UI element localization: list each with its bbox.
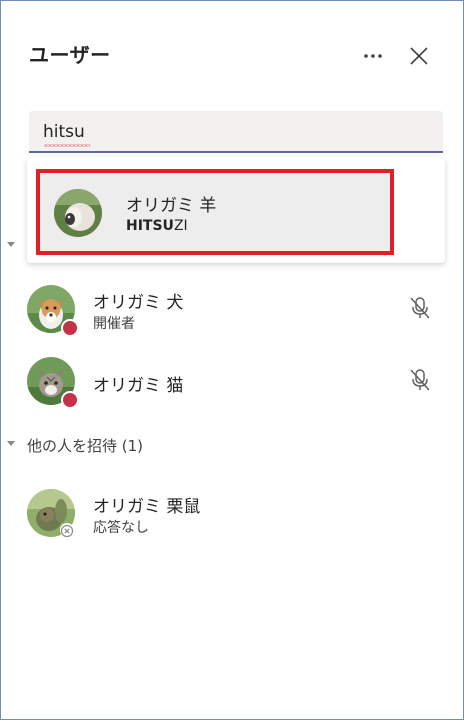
invited-status: 応答なし	[93, 520, 149, 536]
suggestion-username: HITSUZI	[126, 218, 188, 234]
participant-row[interactable]: オリガミ 犬 開催者	[27, 285, 447, 341]
panel-title: ユーザー	[29, 43, 111, 67]
busy-status-icon	[61, 319, 79, 337]
busy-status-icon	[61, 391, 79, 409]
people-panel: ユーザー hitsu オリガミ 犬 開催者 オリガミ 猫 他の人を招待 (1) …	[0, 0, 464, 720]
chevron-down-icon[interactable]	[7, 242, 15, 247]
participant-name: オリガミ 猫	[93, 376, 184, 396]
close-button[interactable]	[402, 39, 436, 73]
more-options-button[interactable]	[356, 39, 390, 73]
spellcheck-underline	[44, 144, 90, 147]
mic-off-icon	[410, 369, 430, 391]
mute-toggle-button[interactable]	[405, 293, 435, 323]
avatar	[54, 189, 102, 237]
invited-row[interactable]: オリガミ 栗鼠 応答なし	[27, 489, 447, 545]
match-rest: ZI	[173, 218, 188, 234]
search-suggestions-dropdown: オリガミ 羊 HITSUZI	[27, 157, 445, 263]
mic-off-icon	[410, 297, 430, 319]
suggestion-name: オリガミ 羊	[126, 196, 217, 216]
invited-name: オリガミ 栗鼠	[93, 497, 201, 517]
chevron-down-icon[interactable]	[7, 441, 15, 446]
mute-toggle-button[interactable]	[405, 365, 435, 395]
invited-section-header[interactable]: 他の人を招待 (1)	[27, 435, 143, 456]
close-icon	[410, 47, 428, 65]
more-icon	[364, 54, 382, 58]
offline-status-icon	[60, 523, 74, 538]
match-highlight: HITSU	[126, 218, 174, 234]
suggestion-item[interactable]: オリガミ 羊 HITSUZI	[36, 169, 394, 255]
participant-name: オリガミ 犬	[93, 293, 184, 313]
search-input[interactable]	[43, 119, 423, 145]
participant-role: 開催者	[93, 316, 135, 332]
search-box	[29, 111, 443, 153]
participant-row[interactable]: オリガミ 猫	[27, 357, 447, 413]
